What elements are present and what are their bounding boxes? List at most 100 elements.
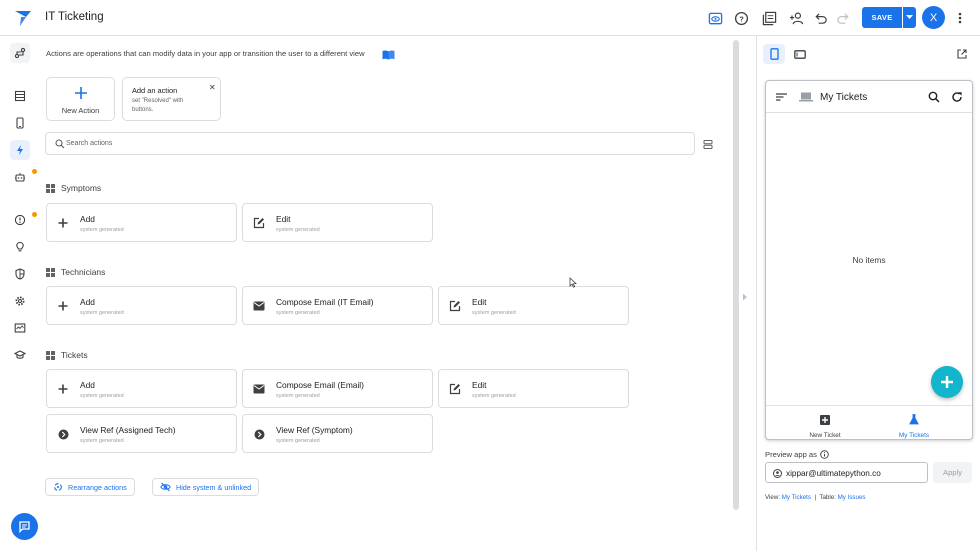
preview-eye-icon[interactable] [706,9,724,27]
tab-my-tickets[interactable]: My Tickets [862,412,966,439]
action-card[interactable]: Add system generated [46,369,237,408]
help-icon[interactable]: ? [732,9,750,27]
undo-icon[interactable] [811,9,829,27]
info-icon[interactable] [820,450,829,459]
top-bar: IT Ticketing ? SAVE X [0,0,980,36]
apply-button[interactable]: Apply [933,462,972,483]
table-prefix: Table: [819,494,836,501]
action-card[interactable]: Edit system generated [438,369,629,408]
action-title: Edit [472,380,487,390]
action-card[interactable]: View Ref (Symptom) system generated [242,414,433,453]
email-icon [253,300,265,312]
action-title: Add [80,214,95,224]
new-action-label: New Action [61,106,100,115]
chevron-down-icon [906,15,913,19]
action-subtitle: system generated [276,227,320,233]
action-card[interactable]: Compose Email (IT Email) system generate… [242,286,433,325]
search-input[interactable]: Search actions [45,132,695,155]
pipeline-icon[interactable] [10,43,30,63]
phone-tab-bar: New Ticket My Tickets [766,405,972,439]
tip-title: Add an action [132,86,178,95]
preview-as-row: Preview app as [765,450,829,459]
plus-icon [57,217,69,229]
edit-icon [449,300,461,312]
learn-icon[interactable] [10,345,30,365]
section-title: Technicians [61,267,106,277]
preview-email-field[interactable]: xippar@ultimatepython.co [765,462,928,483]
avatar[interactable]: X [922,6,945,29]
settings-icon[interactable] [10,291,30,311]
chevron-right-icon[interactable] [742,288,748,306]
action-card[interactable]: Add system generated [46,286,237,325]
edit-icon [253,217,265,229]
idea-icon[interactable] [10,237,30,257]
preview-email-value: xippar@ultimatepython.co [786,469,881,478]
monitor-icon[interactable] [10,318,30,338]
preview-as-label: Preview app as [765,450,817,459]
svg-text:?: ? [739,14,744,23]
rearrange-actions-button[interactable]: Rearrange actions [45,478,135,496]
hide-label: Hide system & unlinked [176,482,252,492]
data-icon[interactable] [10,86,30,106]
view-ref-icon [57,428,69,440]
action-subtitle: system generated [276,438,320,444]
info-warning-dot [32,212,37,217]
actions-icon[interactable] [10,140,30,160]
section-header-technicians: Technicians [46,267,105,277]
view-table-info: View: My Tickets | Table: My Issues [765,494,866,501]
email-icon [253,383,265,395]
chat-button[interactable] [11,513,38,540]
app-icon[interactable] [10,113,30,133]
new-action-button[interactable]: New Action [46,77,115,121]
action-card[interactable]: Edit system generated [242,203,433,242]
add-box-icon [820,415,830,425]
view-link[interactable]: My Tickets [782,494,811,501]
plus-icon [941,376,953,388]
save-button[interactable]: SAVE [862,7,902,28]
action-title: Compose Email (IT Email) [276,297,374,307]
table-link[interactable]: My Issues [838,494,866,501]
visibility-off-icon [160,482,171,492]
rearrange-label: Rearrange actions [68,482,127,492]
view-toggle-icon[interactable] [703,137,713,155]
action-title: Compose Email (Email) [276,380,364,390]
mobile-preview-icon[interactable] [763,44,785,64]
save-options-button[interactable] [903,7,916,28]
redo-icon[interactable] [834,9,852,27]
appsheet-logo-icon[interactable] [13,8,33,28]
tip-body: set "Resolved" with buttons. [132,98,184,113]
phone-header: My Tickets [766,81,972,113]
section-title: Tickets [61,350,88,360]
action-title: Edit [276,214,291,224]
automation-icon[interactable] [10,167,30,187]
action-card[interactable]: View Ref (Assigned Tech) system generate… [46,414,237,453]
library-icon[interactable] [760,9,778,27]
info-icon[interactable] [10,210,30,230]
open-external-icon[interactable] [951,44,973,64]
action-subtitle: system generated [80,227,124,233]
action-subtitle: system generated [80,393,124,399]
search-icon[interactable] [928,91,940,103]
action-card[interactable]: Edit system generated [438,286,629,325]
action-title: Add [80,380,95,390]
action-card[interactable]: Compose Email (Email) system generated [242,369,433,408]
main-scrollbar[interactable] [733,40,739,510]
search-placeholder: Search actions [66,140,113,147]
plus-icon [75,87,87,99]
sort-menu-icon[interactable] [776,93,787,101]
more-menu-icon[interactable] [955,10,965,26]
add-fab-button[interactable] [931,366,963,398]
search-icon [55,139,65,149]
hide-system-button[interactable]: Hide system & unlinked [152,478,260,496]
flask-icon [909,414,919,425]
refresh-icon[interactable] [951,91,963,103]
close-icon[interactable]: ✕ [209,83,216,92]
action-card[interactable]: Add system generated [46,203,237,242]
tablet-preview-icon[interactable] [789,44,811,64]
automation-warning-dot [32,169,37,174]
action-subtitle: system generated [276,310,320,316]
book-icon[interactable] [382,47,395,65]
add-action-tip: Add an action set "Resolved" with button… [122,77,221,121]
security-icon[interactable] [10,264,30,284]
add-person-icon[interactable] [787,9,805,27]
